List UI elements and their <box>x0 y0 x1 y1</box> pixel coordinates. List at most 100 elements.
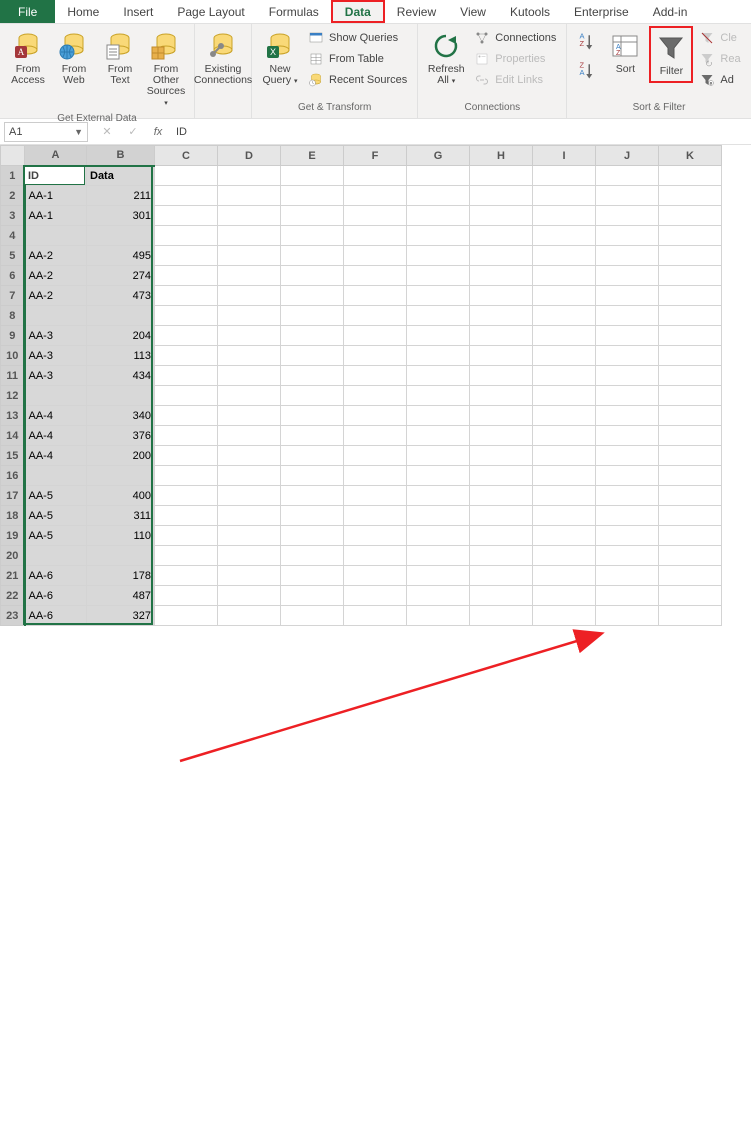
cell[interactable] <box>281 186 344 206</box>
cell[interactable] <box>596 606 659 626</box>
cell[interactable] <box>659 286 722 306</box>
cell[interactable] <box>155 386 218 406</box>
cell[interactable] <box>344 446 407 466</box>
col-header-I[interactable]: I <box>533 146 596 166</box>
enter-icon[interactable]: ✓ <box>120 125 146 138</box>
cell[interactable] <box>344 586 407 606</box>
cell[interactable] <box>407 166 470 186</box>
cell[interactable] <box>155 206 218 226</box>
cell[interactable] <box>25 306 87 326</box>
tab-home[interactable]: Home <box>55 0 111 23</box>
cell[interactable]: 204 <box>87 326 155 346</box>
cell[interactable]: AA-4 <box>25 406 87 426</box>
cell[interactable] <box>87 386 155 406</box>
cell[interactable] <box>281 166 344 186</box>
cell[interactable] <box>596 526 659 546</box>
cell[interactable] <box>281 286 344 306</box>
cell[interactable] <box>155 606 218 626</box>
cell[interactable] <box>407 226 470 246</box>
row-header[interactable]: 21 <box>1 566 25 586</box>
cell[interactable] <box>281 206 344 226</box>
cell[interactable] <box>344 266 407 286</box>
cell[interactable] <box>281 506 344 526</box>
cell[interactable] <box>155 426 218 446</box>
cell[interactable] <box>596 306 659 326</box>
cell[interactable]: AA-2 <box>25 266 87 286</box>
cell[interactable] <box>87 546 155 566</box>
cell[interactable]: 495 <box>87 246 155 266</box>
cell[interactable] <box>281 306 344 326</box>
cell[interactable] <box>87 226 155 246</box>
cell[interactable] <box>659 206 722 226</box>
cell[interactable] <box>344 186 407 206</box>
cell[interactable] <box>596 506 659 526</box>
from-access-button[interactable]: AFromAccess <box>6 26 50 90</box>
cell[interactable] <box>470 386 533 406</box>
cell[interactable] <box>218 446 281 466</box>
cell[interactable] <box>218 206 281 226</box>
cell[interactable]: AA-3 <box>25 366 87 386</box>
row-header[interactable]: 9 <box>1 326 25 346</box>
cell[interactable] <box>407 286 470 306</box>
cell[interactable] <box>344 386 407 406</box>
cell[interactable]: AA-3 <box>25 326 87 346</box>
cell[interactable] <box>533 366 596 386</box>
cell[interactable] <box>533 246 596 266</box>
cell[interactable] <box>596 386 659 406</box>
cell[interactable] <box>218 486 281 506</box>
cell[interactable] <box>470 426 533 446</box>
cell[interactable] <box>407 506 470 526</box>
cell[interactable] <box>596 466 659 486</box>
tab-data[interactable]: Data <box>331 0 385 23</box>
cell[interactable] <box>596 166 659 186</box>
cell[interactable] <box>470 346 533 366</box>
cell[interactable] <box>470 206 533 226</box>
cell[interactable] <box>281 246 344 266</box>
cell[interactable]: AA-5 <box>25 486 87 506</box>
cell[interactable] <box>344 406 407 426</box>
cell[interactable] <box>281 386 344 406</box>
cell[interactable] <box>533 206 596 226</box>
cell[interactable]: AA-2 <box>25 246 87 266</box>
cell[interactable] <box>470 406 533 426</box>
col-header-A[interactable]: A <box>25 146 87 166</box>
cell[interactable] <box>281 366 344 386</box>
cell[interactable] <box>659 166 722 186</box>
cell[interactable] <box>596 186 659 206</box>
row-header[interactable]: 22 <box>1 586 25 606</box>
cell[interactable]: 311 <box>87 506 155 526</box>
cell[interactable] <box>596 346 659 366</box>
cell[interactable] <box>344 326 407 346</box>
connections-button[interactable]: Connections <box>470 28 560 48</box>
cell[interactable] <box>470 506 533 526</box>
cell[interactable] <box>281 406 344 426</box>
cell[interactable] <box>218 366 281 386</box>
cell[interactable] <box>281 326 344 346</box>
cell[interactable] <box>218 386 281 406</box>
cell[interactable] <box>533 326 596 346</box>
cell[interactable] <box>344 506 407 526</box>
cell[interactable] <box>533 466 596 486</box>
cell[interactable]: 340 <box>87 406 155 426</box>
cancel-icon[interactable]: ✕ <box>94 125 120 138</box>
row-header[interactable]: 17 <box>1 486 25 506</box>
col-header-F[interactable]: F <box>344 146 407 166</box>
cell[interactable] <box>218 266 281 286</box>
cell[interactable]: ID <box>25 166 87 186</box>
cell[interactable] <box>533 606 596 626</box>
cell[interactable] <box>470 326 533 346</box>
cell[interactable] <box>281 606 344 626</box>
new-query-button[interactable]: XNewQuery ▾ <box>258 26 302 91</box>
tab-kutools[interactable]: Kutools <box>498 0 562 23</box>
cell[interactable] <box>659 266 722 286</box>
row-header[interactable]: 14 <box>1 426 25 446</box>
cell[interactable] <box>596 246 659 266</box>
from-other-sources-button[interactable]: From OtherSources ▾ <box>144 26 188 113</box>
from-text-button[interactable]: FromText <box>98 26 142 90</box>
cell[interactable] <box>659 466 722 486</box>
cell[interactable] <box>659 526 722 546</box>
tab-file[interactable]: File <box>0 0 55 23</box>
cell[interactable] <box>407 546 470 566</box>
cell[interactable] <box>407 326 470 346</box>
cell[interactable] <box>407 406 470 426</box>
